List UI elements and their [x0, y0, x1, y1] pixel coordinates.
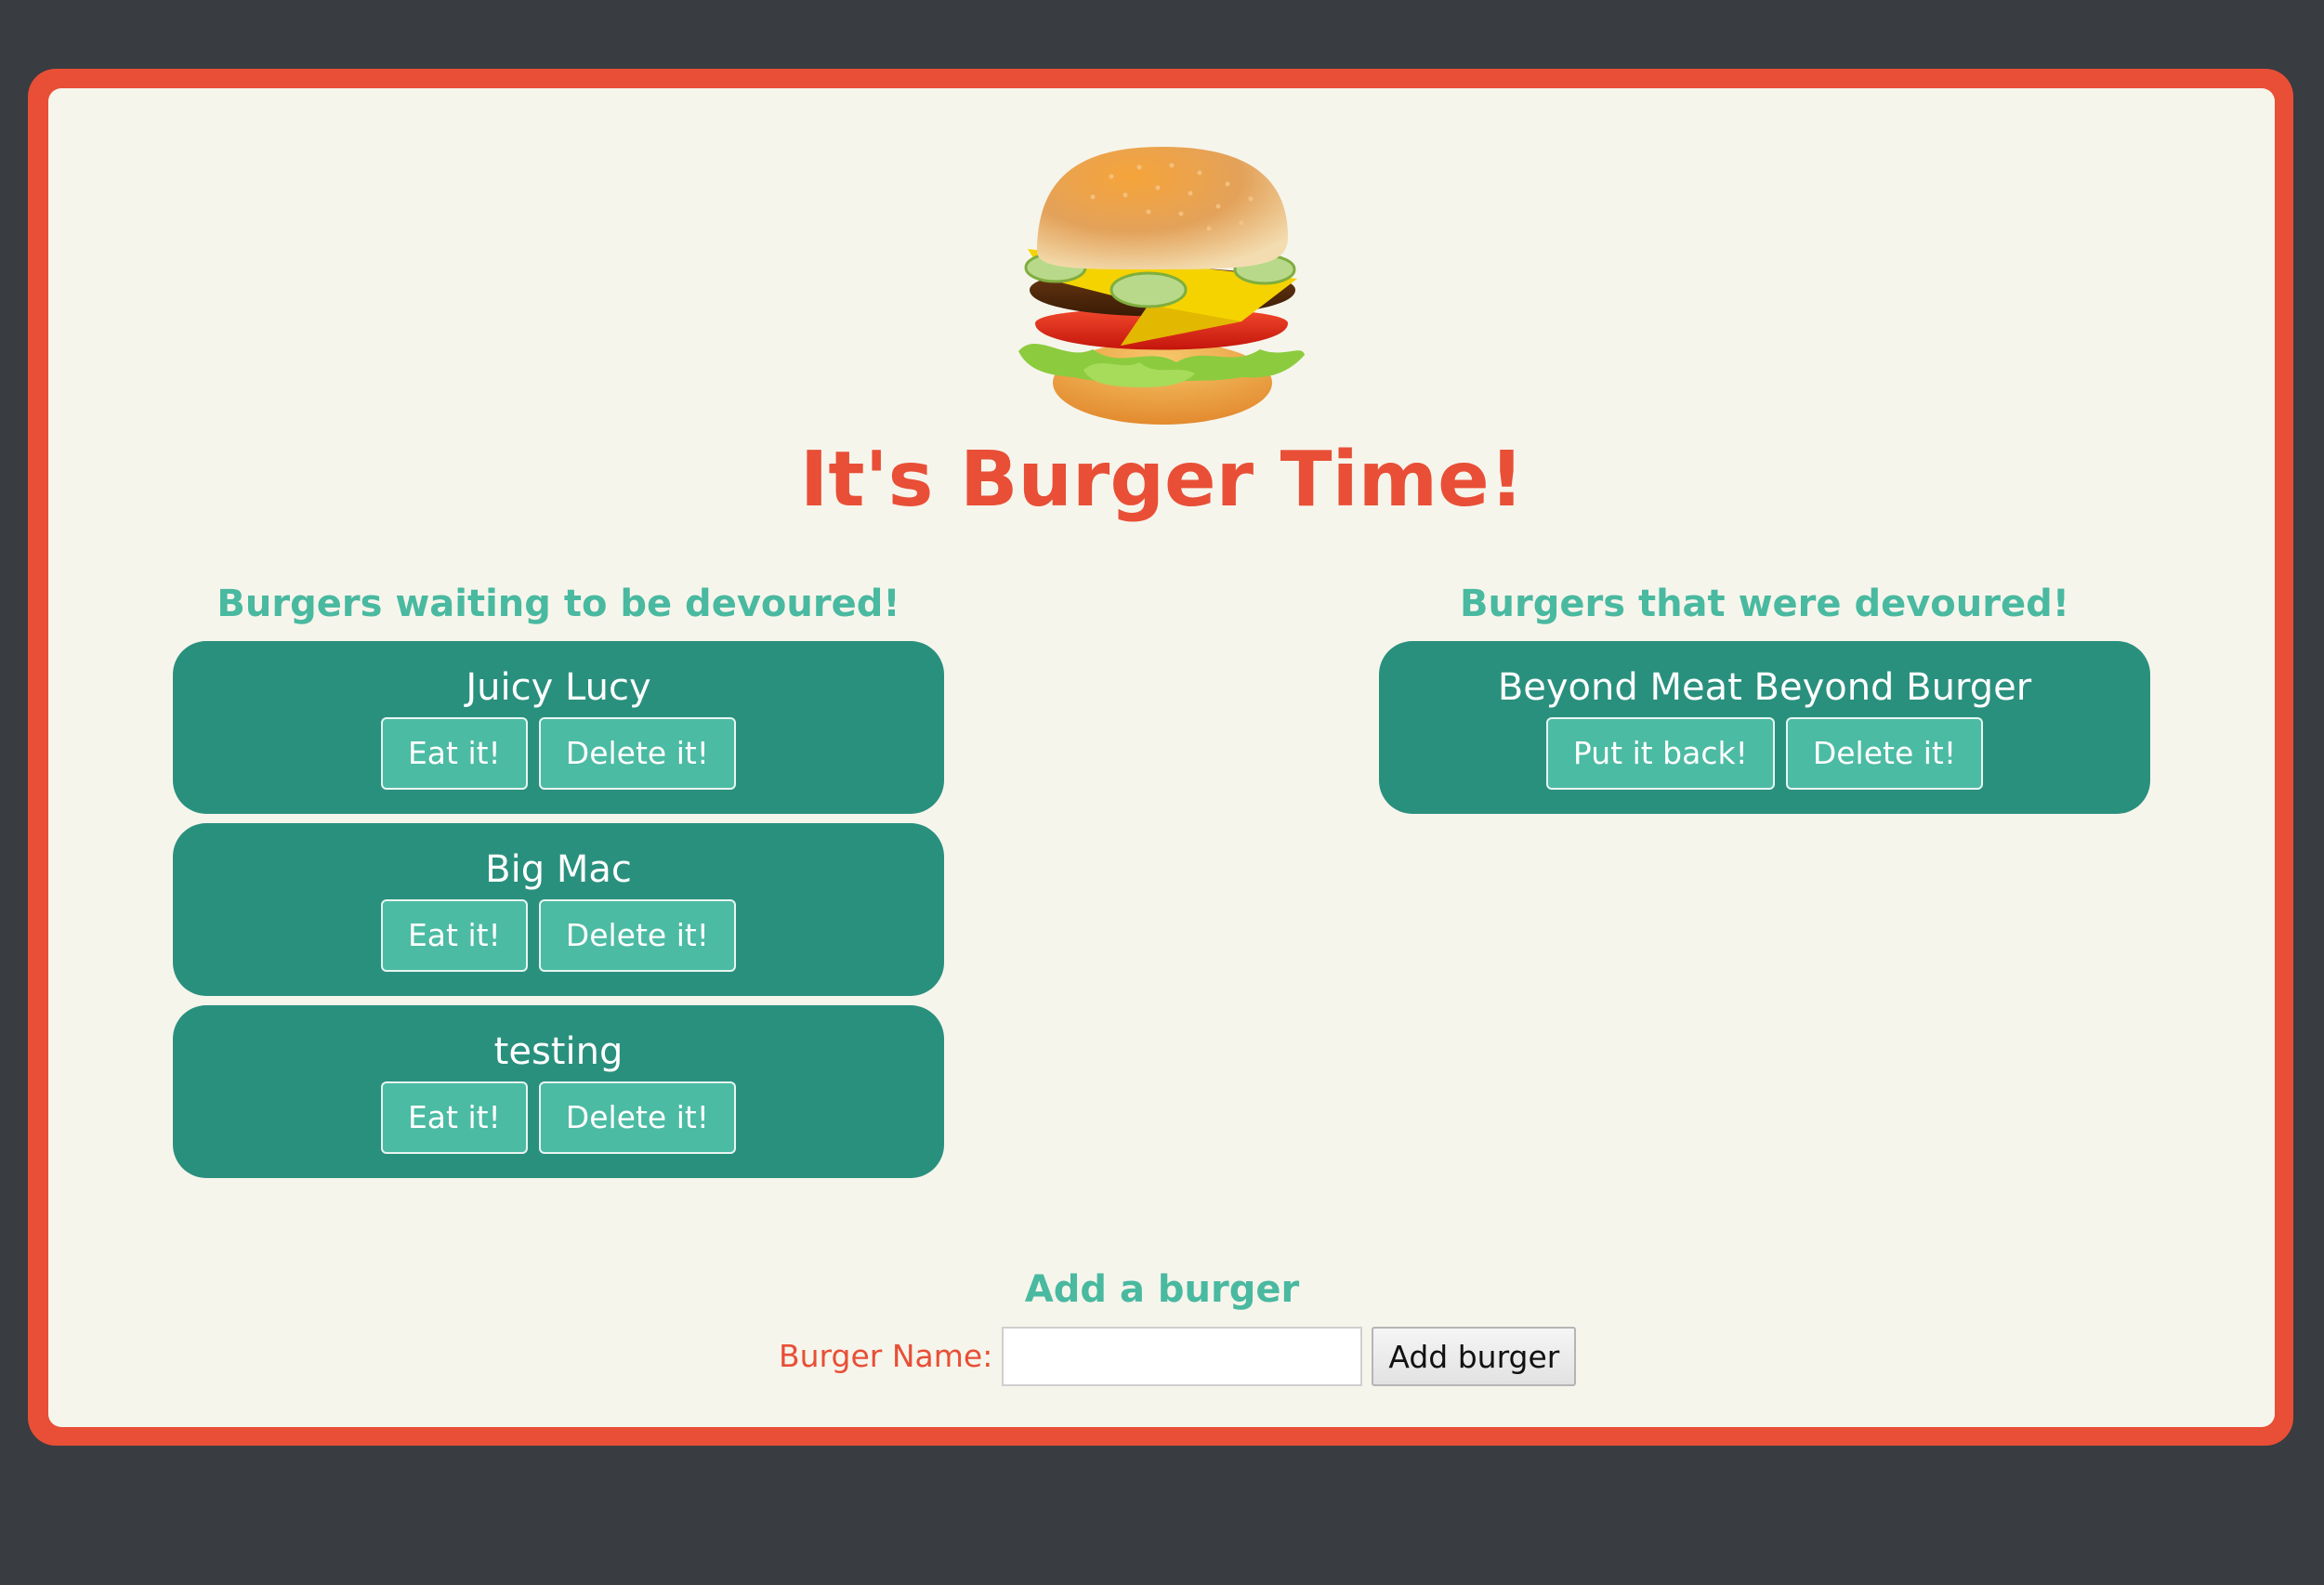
burger-card: Juicy Lucy Eat it! Delete it! — [173, 641, 944, 814]
add-burger-form: Burger Name: Add burger — [779, 1327, 1577, 1386]
waiting-heading: Burgers waiting to be devoured! — [217, 583, 900, 625]
burger-card: testing Eat it! Delete it! — [173, 1005, 944, 1178]
devoured-heading: Burgers that were devoured! — [1460, 583, 2069, 625]
eat-button[interactable]: Eat it! — [380, 717, 528, 790]
delete-button[interactable]: Delete it! — [538, 899, 737, 972]
delete-button[interactable]: Delete it! — [538, 717, 737, 790]
page-title: It's Burger Time! — [799, 436, 1525, 524]
burger-name: Beyond Meat Beyond Burger — [1497, 666, 2032, 709]
burger-name: testing — [493, 1030, 624, 1073]
burger-actions: Eat it! Delete it! — [173, 717, 944, 790]
put-back-button[interactable]: Put it back! — [1545, 717, 1775, 790]
burger-name: Big Mac — [485, 848, 632, 891]
burger-name: Juicy Lucy — [466, 666, 651, 709]
burger-actions: Put it back! Delete it! — [1379, 717, 2150, 790]
burger-card: Big Mac Eat it! Delete it! — [173, 823, 944, 996]
add-burger-button[interactable]: Add burger — [1372, 1327, 1577, 1386]
burger-name-input[interactable] — [1002, 1327, 1363, 1386]
delete-button[interactable]: Delete it! — [538, 1081, 737, 1154]
eat-button[interactable]: Eat it! — [380, 899, 528, 972]
burger-name-label: Burger Name: — [779, 1338, 993, 1374]
devoured-burger-card: Beyond Meat Beyond Burger Put it back! D… — [1379, 641, 2150, 814]
burger-actions: Eat it! Delete it! — [173, 1081, 944, 1154]
delete-button[interactable]: Delete it! — [1785, 717, 1984, 790]
add-burger-heading: Add a burger — [1024, 1268, 1300, 1311]
eat-button[interactable]: Eat it! — [380, 1081, 528, 1154]
burger-icon — [1018, 147, 1305, 425]
burger-actions: Eat it! Delete it! — [173, 899, 944, 972]
